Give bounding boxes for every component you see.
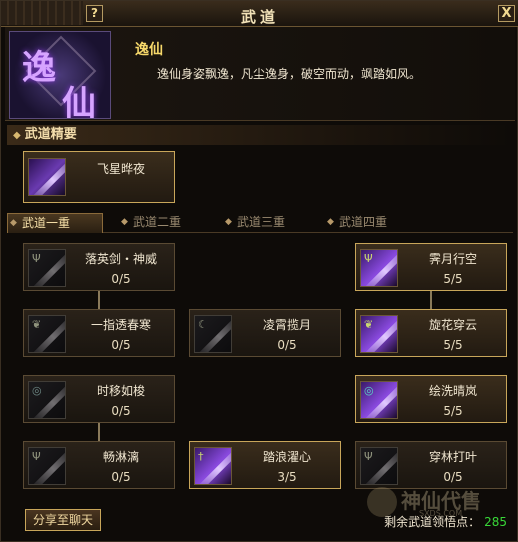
dagger-icon: † <box>194 447 232 485</box>
skill-count: 5/5 <box>443 404 463 418</box>
share-to-chat-button[interactable]: 分享至聊天 <box>25 509 101 531</box>
school-header: 逸 仙 逸仙 逸仙身姿飘逸，凡尘逸身，破空而动，飒踏如风。 <box>5 27 515 121</box>
tab-label: 武道三重 <box>237 215 286 229</box>
title-bar: ? 武道 X <box>1 1 518 27</box>
trident-icon: Ψ <box>360 249 398 287</box>
skill-count: 5/5 <box>443 272 463 286</box>
skill-name: 时移如梭 <box>96 384 145 398</box>
tree-connector <box>430 291 432 309</box>
diamond-bullet-icon: ◆ <box>13 130 21 141</box>
skill-card[interactable]: † 踏浪濯心 3/5 <box>189 441 341 489</box>
skill-count: 0/5 <box>111 470 131 484</box>
skill-card[interactable]: ❦ 旋花穿云 5/5 <box>355 309 507 357</box>
icon-streak <box>29 159 65 195</box>
trident-icon: Ψ <box>28 249 66 287</box>
school-description: 逸仙身姿飘逸，凡尘逸身，破空而动，飒踏如风。 <box>157 67 422 81</box>
skill-card[interactable]: ◎ 时移如梭 0/5 <box>23 375 175 423</box>
tab-tier-2[interactable]: ◆ 武道二重 <box>119 213 215 233</box>
skill-count: 0/5 <box>111 338 131 352</box>
swirl-icon: ◎ <box>360 381 398 419</box>
flying-star-icon <box>28 158 66 196</box>
skill-name: 落英剑・神威 <box>84 252 157 266</box>
skill-count: 3/5 <box>277 470 297 484</box>
tab-tier-1[interactable]: ◆ 武道一重 <box>7 213 103 233</box>
points-value: 285 <box>484 515 507 529</box>
skill-card[interactable]: ❦ 一指透春寒 0/5 <box>23 309 175 357</box>
skill-card[interactable]: ☾ 凌霄揽月 0/5 <box>189 309 341 357</box>
skill-name: 一指透春寒 <box>90 318 151 332</box>
skill-count: 5/5 <box>443 338 463 352</box>
yixian-emblem: 逸 仙 <box>9 31 111 119</box>
skill-name: 畅淋漓 <box>102 450 139 464</box>
tab-label: 武道二重 <box>133 215 182 229</box>
remaining-points: 剩余武道领悟点： 285 <box>384 513 507 530</box>
skill-name: 凌霄揽月 <box>262 318 311 332</box>
leaf-icon: ❦ <box>28 315 66 353</box>
emblem-char-2: 仙 <box>62 84 96 119</box>
points-label: 剩余武道领悟点： <box>384 515 481 529</box>
skill-name: 穿林打叶 <box>428 450 477 464</box>
leaf-icon: ❦ <box>360 315 398 353</box>
essence-heading-label: 武道精要 <box>24 127 77 142</box>
skill-card[interactable]: Ψ 畅淋漓 0/5 <box>23 441 175 489</box>
essence-heading: ◆ 武道精要 <box>7 125 513 145</box>
trident-icon: Ψ <box>28 447 66 485</box>
skill-card[interactable]: Ψ 落英剑・神威 0/5 <box>23 243 175 291</box>
skill-name: 霁月行空 <box>428 252 477 266</box>
tree-connector <box>98 423 100 441</box>
skill-name: 踏浪濯心 <box>262 450 311 464</box>
emblem-char-1: 逸 <box>22 48 56 88</box>
tab-tier-3[interactable]: ◆ 武道三重 <box>223 213 319 233</box>
close-button[interactable]: X <box>498 5 515 22</box>
tier-tabs: ◆ 武道一重 ◆ 武道二重 ◆ 武道三重 ◆ 武道四重 <box>7 211 513 233</box>
diamond-bullet-icon: ◆ <box>10 218 17 228</box>
skill-name: 旋花穿云 <box>428 318 477 332</box>
skill-count: 0/5 <box>111 404 131 418</box>
window-title: 武道 <box>240 8 279 26</box>
tree-connector <box>98 291 100 309</box>
skill-count: 0/5 <box>277 338 297 352</box>
school-name: 逸仙 <box>135 42 163 58</box>
skill-card[interactable]: ◎ 绘洗晴岚 5/5 <box>355 375 507 423</box>
skill-count: 0/5 <box>111 272 131 286</box>
essence-card[interactable]: 飞星晔夜 <box>23 151 175 203</box>
diamond-bullet-icon: ◆ <box>225 217 232 227</box>
diamond-bullet-icon: ◆ <box>121 217 128 227</box>
tab-label: 武道一重 <box>22 216 71 230</box>
trident-icon: Ψ <box>360 447 398 485</box>
skill-name: 绘洗晴岚 <box>428 384 477 398</box>
moon-icon: ☾ <box>194 315 232 353</box>
essence-skill-name: 飞星晔夜 <box>96 162 145 176</box>
tab-label: 武道四重 <box>339 215 388 229</box>
wudao-window: ? 武道 X 逸 仙 逸仙 逸仙身姿飘逸，凡尘逸身，破空而动，飒踏如风。 ◆ 武道… <box>0 0 518 542</box>
skill-card[interactable]: Ψ 霁月行空 5/5 <box>355 243 507 291</box>
diamond-bullet-icon: ◆ <box>327 217 334 227</box>
swirl-icon: ◎ <box>28 381 66 419</box>
tab-tier-4[interactable]: ◆ 武道四重 <box>325 213 421 233</box>
